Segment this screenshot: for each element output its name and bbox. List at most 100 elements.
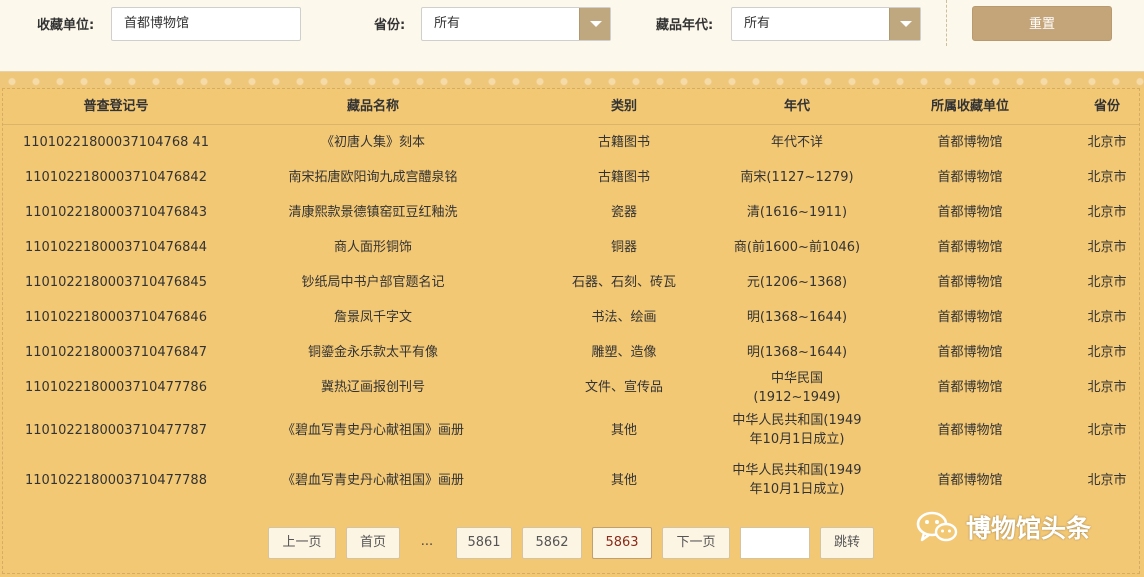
cell-category: 古籍图书 <box>597 135 650 150</box>
cell-province: 北京市 <box>1087 310 1127 325</box>
pagination-ellipsis: ... <box>420 534 434 549</box>
page-button[interactable]: 5861 <box>456 527 512 559</box>
cell-unit: 首都博物馆 <box>937 380 1003 395</box>
cell-category: 书法、绘画 <box>591 310 657 325</box>
jump-button[interactable]: 跳转 <box>820 527 874 559</box>
cell-reg-no: 1101022180003710477786 <box>25 380 207 395</box>
cell-province: 北京市 <box>1087 472 1127 488</box>
jump-page-input[interactable] <box>740 527 810 559</box>
cell-unit: 首都博物馆 <box>937 170 1003 185</box>
era-select[interactable]: 所有 <box>731 7 921 41</box>
cell-name[interactable]: 《初唐人集》刻本 <box>229 125 517 160</box>
cell-era: 中华人民共和国(1949年10月1日成立) <box>732 463 862 497</box>
cell-category: 古籍图书 <box>597 170 650 185</box>
col-header-era: 年代 <box>783 99 810 114</box>
province-select-value: 所有 <box>434 16 461 31</box>
cell-name[interactable]: 钞纸局中书户部官题名记 <box>229 265 517 300</box>
cell-name[interactable]: 铜鎏金永乐款太平有像 <box>229 335 517 370</box>
results-table: 普查登记号 藏品名称 类别 年代 所属收藏单位 省份 1101022180003… <box>2 88 1140 574</box>
cell-name[interactable]: 清康熙款景德镇窑豇豆红釉洗 <box>229 195 517 230</box>
chevron-down-icon[interactable] <box>579 8 610 40</box>
cell-era: 商(前1600~前1046) <box>733 240 861 255</box>
cell-category: 石器、石刻、砖瓦 <box>571 275 676 290</box>
cell-category: 其他 <box>610 422 637 438</box>
cell-name[interactable]: 冀热辽画报创刊号 <box>229 370 517 405</box>
table-row[interactable]: 1101022180003710477787 《碧血写青史丹心献祖国》画册 其他… <box>3 405 1139 455</box>
filter-bar: 收藏单位: 首都博物馆 省份: 所有 藏品年代: 所有 重置 <box>0 0 1144 72</box>
cell-unit: 首都博物馆 <box>937 422 1003 438</box>
cell-reg-no: 1101022180003710476844 <box>25 240 207 255</box>
cell-category: 雕塑、造像 <box>591 345 657 360</box>
cell-era: 年代不详 <box>770 135 823 150</box>
cell-unit: 首都博物馆 <box>937 135 1003 150</box>
next-page-button[interactable]: 下一页 <box>662 527 730 559</box>
cell-reg-no: 1101022180003710477788 <box>25 472 207 488</box>
province-label: 省份: <box>374 18 406 33</box>
chevron-down-icon[interactable] <box>889 8 920 40</box>
cell-province: 北京市 <box>1087 422 1127 438</box>
era-label: 藏品年代: <box>656 18 714 33</box>
cell-era: 清(1616~1911) <box>746 205 848 220</box>
table-row[interactable]: 1101022180003710476845 钞纸局中书户部官题名记 石器、石刻… <box>3 265 1139 300</box>
col-header-name: 藏品名称 <box>346 99 399 114</box>
col-header-province: 省份 <box>1093 99 1120 114</box>
cell-era: 中华人民共和国(1949年10月1日成立) <box>732 413 862 447</box>
table-row[interactable]: 1101022180003710476842 南宋拓唐欧阳询九成宫醴泉铭 古籍图… <box>3 160 1139 195</box>
cell-province: 北京市 <box>1087 240 1127 255</box>
cell-unit: 首都博物馆 <box>937 205 1003 220</box>
cell-name[interactable]: 《碧血写青史丹心献祖国》画册 <box>229 455 517 505</box>
cell-era: 明(1368~1644) <box>746 345 848 360</box>
cell-province: 北京市 <box>1087 345 1127 360</box>
table-row[interactable]: 1101022180003710476844 商人面形铜饰 铜器 商(前1600… <box>3 230 1139 265</box>
cell-province: 北京市 <box>1087 170 1127 185</box>
col-header-category: 类别 <box>610 99 637 114</box>
cell-name[interactable]: 詹景凤千字文 <box>229 300 517 335</box>
cell-era: 中华民国(1912~1949) <box>753 370 841 405</box>
cell-unit: 首都博物馆 <box>937 345 1003 360</box>
cell-category: 瓷器 <box>610 205 637 220</box>
table-row[interactable]: 1101022180003710477786 冀热辽画报创刊号 文件、宣传品 中… <box>3 370 1139 405</box>
current-page-button[interactable]: 5863 <box>592 527 652 559</box>
cell-category: 铜器 <box>610 240 637 255</box>
cell-unit: 首都博物馆 <box>937 472 1003 488</box>
cell-province: 北京市 <box>1087 205 1127 220</box>
page-button[interactable]: 5862 <box>522 527 582 559</box>
col-header-reg-no: 普查登记号 <box>83 99 149 114</box>
cell-unit: 首都博物馆 <box>937 310 1003 325</box>
cell-province: 北京市 <box>1087 380 1127 395</box>
col-header-unit: 所属收藏单位 <box>930 99 1009 114</box>
table-row[interactable]: 1101022180003710476847 铜鎏金永乐款太平有像 雕塑、造像 … <box>3 335 1139 370</box>
cell-province: 北京市 <box>1087 135 1127 150</box>
unit-label: 收藏单位: <box>37 18 95 33</box>
first-page-button[interactable]: 首页 <box>346 527 400 559</box>
province-select[interactable]: 所有 <box>421 7 611 41</box>
cell-name[interactable]: 南宋拓唐欧阳询九成宫醴泉铭 <box>229 160 517 195</box>
table-row[interactable]: 1101022180003710476846 詹景凤千字文 书法、绘画 明(13… <box>3 300 1139 335</box>
cell-reg-no: 1101022180003710476845 <box>25 275 207 290</box>
cell-reg-no: 1101022180003710476843 <box>25 205 207 220</box>
cell-name[interactable]: 商人面形铜饰 <box>229 230 517 265</box>
cell-province: 北京市 <box>1087 275 1127 290</box>
cell-reg-no: 1101022180003710477787 <box>25 422 207 438</box>
cell-reg-no: 1101022180003710476846 <box>25 310 207 325</box>
prev-page-button[interactable]: 上一页 <box>268 527 336 559</box>
divider <box>946 0 947 46</box>
cell-era: 元(1206~1368) <box>746 275 848 290</box>
cell-era: 明(1368~1644) <box>746 310 848 325</box>
cell-era: 南宋(1127~1279) <box>740 170 854 185</box>
table-row[interactable]: 1101022180003710476843 清康熙款景德镇窑豇豆红釉洗 瓷器 … <box>3 195 1139 230</box>
reset-button[interactable]: 重置 <box>972 6 1112 41</box>
cell-unit: 首都博物馆 <box>937 275 1003 290</box>
table-row[interactable]: 1101022180003710477788 《碧血写青史丹心献祖国》画册 其他… <box>3 455 1139 505</box>
cell-unit: 首都博物馆 <box>937 240 1003 255</box>
table-header: 普查登记号 藏品名称 类别 年代 所属收藏单位 省份 <box>3 89 1139 125</box>
unit-input[interactable]: 首都博物馆 <box>111 7 301 41</box>
cell-reg-no: 1101022180003710476842 <box>25 170 207 185</box>
cell-category: 文件、宣传品 <box>584 380 663 395</box>
table-row[interactable]: 11010221800037104768 41 《初唐人集》刻本 古籍图书 年代… <box>3 125 1139 160</box>
cell-name[interactable]: 《碧血写青史丹心献祖国》画册 <box>229 405 517 455</box>
watermark-text: 博物馆头条 <box>966 514 1092 543</box>
cell-reg-no: 11010221800037104768 41 <box>22 135 210 150</box>
watermark: 博物馆头条 <box>916 505 1126 549</box>
wechat-icon <box>916 509 958 545</box>
